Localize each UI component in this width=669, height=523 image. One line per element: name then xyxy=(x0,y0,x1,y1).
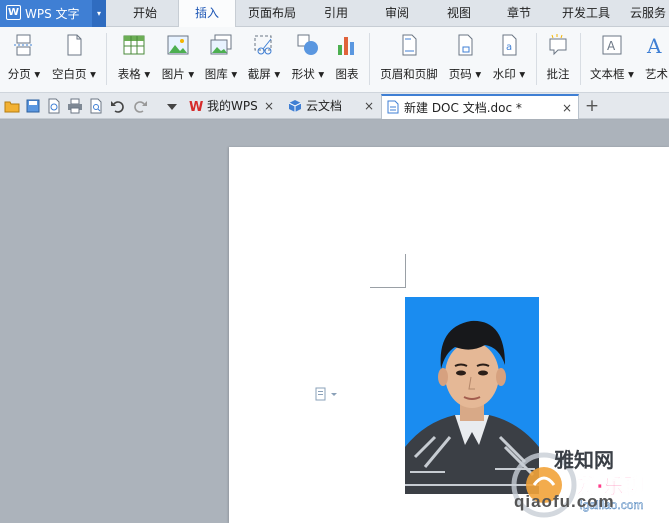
screenshot-label: 截屏 xyxy=(247,67,271,81)
print-icon[interactable] xyxy=(67,98,83,114)
page-number-button[interactable]: 页码 ▾ xyxy=(445,31,485,89)
ribbon-divider xyxy=(106,33,107,85)
ribbon-divider xyxy=(536,33,537,85)
close-tab-icon[interactable]: × xyxy=(364,94,374,118)
menu-tab-references[interactable]: 引用 xyxy=(308,0,364,27)
svg-text:a: a xyxy=(506,42,512,53)
screenshot-icon xyxy=(254,35,272,55)
tab-label: 我的WPS xyxy=(207,99,258,113)
screenshot-button[interactable]: 截屏 ▾ xyxy=(244,31,284,89)
page-break-icon xyxy=(14,34,34,56)
tab-my-wps[interactable]: W 我的WPS × xyxy=(185,94,280,119)
tab-label: 新建 DOC 文档.doc * xyxy=(404,101,522,115)
page-number-icon xyxy=(458,34,473,56)
page-number-label: 页码 xyxy=(448,67,472,81)
comment-label: 批注 xyxy=(546,67,570,81)
textbox-icon: A xyxy=(602,35,622,55)
quick-access-bar: W 我的WPS × 云文档 × 新建 DOC 文档.doc * × + xyxy=(0,93,669,119)
print-preview-icon[interactable] xyxy=(88,98,104,114)
comment-icon xyxy=(549,34,567,56)
header-footer-icon xyxy=(402,34,417,56)
menu-tab-section[interactable]: 章节 xyxy=(488,0,550,27)
art-text-icon: A xyxy=(646,34,662,57)
header-footer-button[interactable]: 页眉和页脚 xyxy=(376,31,442,89)
table-button[interactable]: 表格 ▾ xyxy=(114,31,154,89)
save-as-icon[interactable] xyxy=(46,98,62,114)
art-text-label: 艺术 xyxy=(645,67,668,81)
margin-corner-mark xyxy=(370,254,406,288)
redo-icon[interactable] xyxy=(132,98,148,114)
ribbon-divider xyxy=(580,33,581,85)
blank-page-button[interactable]: 空白页 ▾ xyxy=(49,31,99,89)
chart-label: 图表 xyxy=(335,67,359,81)
table-label: 表格 xyxy=(117,67,141,81)
watermark-brand-text: 雅知网 xyxy=(554,448,614,472)
menu-tab-home[interactable]: 开始 xyxy=(112,0,178,27)
gallery-button[interactable]: 图库 ▾ xyxy=(201,31,241,89)
menu-tab-page-layout[interactable]: 页面布局 xyxy=(236,0,308,27)
ribbon-insert: 分页 ▾ 空白页 ▾ 表格 ▾ 图片 ▾ 图库 ▾ 截屏 ▾ 形状 ▾ 图表 页… xyxy=(0,27,669,93)
header-footer-label: 页眉和页脚 xyxy=(380,67,438,81)
watermark-label: 水印 xyxy=(492,67,516,81)
doc-icon xyxy=(387,100,399,114)
blank-page-label: 空白页 xyxy=(52,67,87,81)
app-menu-button[interactable]: W WPS 文字 ▾ xyxy=(0,0,106,27)
shapes-button[interactable]: 形状 ▾ xyxy=(288,31,328,89)
app-name: WPS 文字 xyxy=(25,7,80,21)
wps-logo-icon: W xyxy=(189,100,203,113)
document-page[interactable]: 雅知网 爱·乐聊 igalilao.com qiaofu.com xyxy=(229,147,669,523)
cloud-doc-icon xyxy=(288,100,302,112)
paste-options-icon[interactable] xyxy=(314,386,340,402)
document-workspace: 雅知网 爱·乐聊 igalilao.com qiaofu.com xyxy=(0,120,669,523)
chart-button[interactable]: 图表 xyxy=(331,31,363,89)
svg-text:A: A xyxy=(607,39,616,53)
watermark-icon: a xyxy=(502,34,517,56)
textbox-label: 文本框 xyxy=(590,67,625,81)
picture-label: 图片 xyxy=(161,67,185,81)
save-icon[interactable] xyxy=(25,98,41,114)
gallery-icon xyxy=(210,34,232,55)
page-break-label: 分页 xyxy=(7,67,31,81)
customize-dropdown-icon[interactable] xyxy=(164,98,180,114)
new-tab-button[interactable]: + xyxy=(583,94,601,118)
table-icon xyxy=(123,35,145,55)
shapes-icon xyxy=(297,34,318,55)
watermark-site-text: qiaofu.com xyxy=(514,492,615,511)
menu-tab-developer[interactable]: 开发工具 xyxy=(550,0,622,27)
close-tab-icon[interactable]: × xyxy=(264,94,274,118)
menu-tab-cloud-service[interactable]: 云服务 xyxy=(622,0,669,27)
undo-icon[interactable] xyxy=(110,98,126,114)
shapes-label: 形状 xyxy=(291,67,315,81)
tab-cloud-docs[interactable]: 云文档 × xyxy=(284,94,380,119)
ribbon-divider xyxy=(369,33,370,85)
menu-tab-view[interactable]: 视图 xyxy=(430,0,488,27)
menu-tab-insert[interactable]: 插入 xyxy=(178,0,236,28)
blank-page-icon xyxy=(67,34,82,56)
open-folder-icon[interactable] xyxy=(4,98,20,114)
picture-icon xyxy=(167,35,189,55)
wps-logo-icon: W xyxy=(6,5,21,20)
watermark-button[interactable]: a 水印 ▾ xyxy=(489,31,529,89)
page-break-button[interactable]: 分页 ▾ xyxy=(4,31,44,89)
app-dropdown-icon[interactable]: ▾ xyxy=(92,0,106,27)
art-text-button[interactable]: A 艺术 xyxy=(643,31,669,89)
svg-text:A: A xyxy=(646,34,662,57)
comment-button[interactable]: 批注 xyxy=(541,31,575,89)
textbox-button[interactable]: A 文本框 ▾ xyxy=(586,31,638,89)
tab-new-doc[interactable]: 新建 DOC 文档.doc * × xyxy=(381,94,579,119)
menu-tab-review[interactable]: 审阅 xyxy=(364,0,430,27)
gallery-label: 图库 xyxy=(204,67,228,81)
svg-text:W: W xyxy=(189,100,203,113)
picture-button[interactable]: 图片 ▾ xyxy=(158,31,198,89)
menu-bar: W WPS 文字 ▾ 开始 插入 页面布局 引用 审阅 视图 章节 开发工具 云… xyxy=(0,0,669,28)
close-tab-icon[interactable]: × xyxy=(562,96,572,120)
tab-label: 云文档 xyxy=(306,99,343,113)
chart-icon xyxy=(338,37,354,55)
